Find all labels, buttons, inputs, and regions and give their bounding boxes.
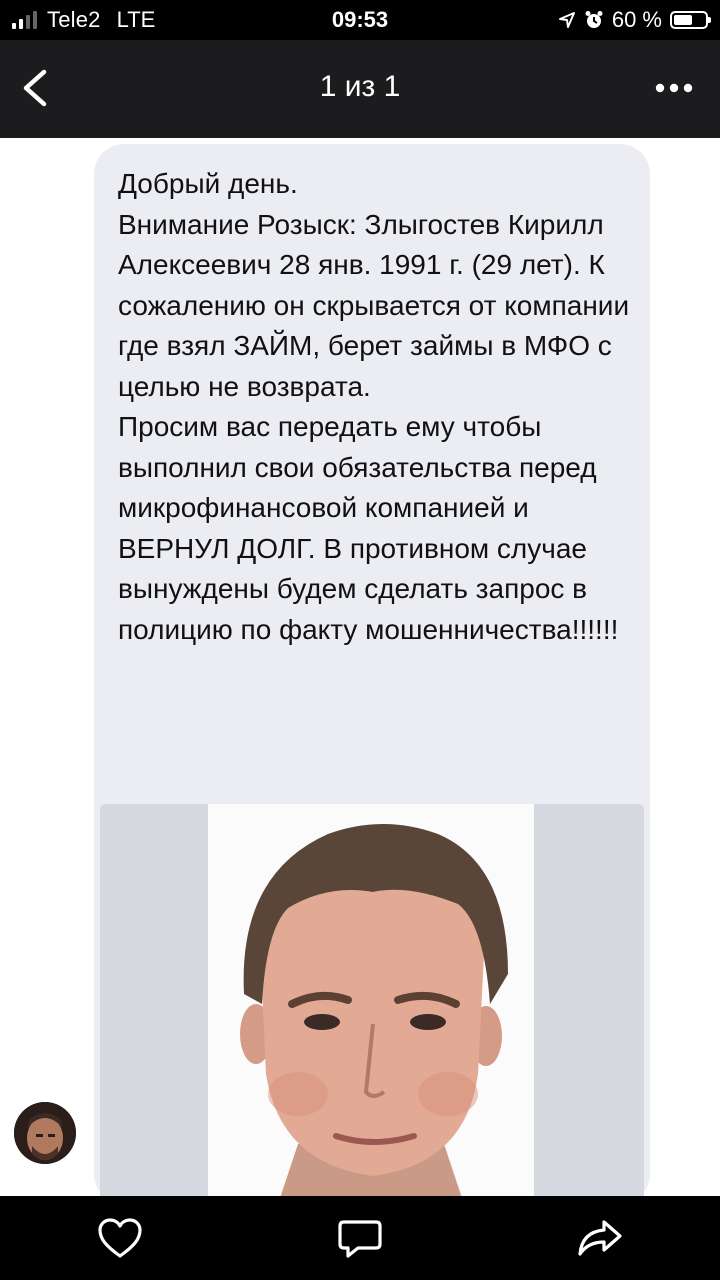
heart-icon: [98, 1218, 142, 1258]
share-icon: [578, 1220, 622, 1256]
sender-avatar[interactable]: [14, 1102, 76, 1164]
message-bubble: Добрый день. Внимание Розыск: Злыгостев …: [94, 144, 650, 1196]
message-photo[interactable]: [100, 804, 644, 1196]
alarm-icon: [585, 11, 603, 28]
like-button[interactable]: [96, 1216, 144, 1260]
bottom-toolbar: [0, 1196, 720, 1280]
share-button[interactable]: [576, 1216, 624, 1260]
person-photo: [240, 824, 508, 1196]
status-bar: Tele2 LTE 09:53 60 %: [0, 0, 720, 40]
location-icon: [558, 12, 575, 28]
comment-icon: [338, 1220, 382, 1258]
header: 1 из 1: [0, 40, 720, 138]
page-title: 1 из 1: [319, 70, 401, 103]
screen: Tele2 LTE 09:53 60 % 1 из 1 Добрый день.…: [0, 0, 720, 1280]
message-text: Добрый день. Внимание Розыск: Злыгостев …: [118, 168, 630, 645]
photo-content: [208, 804, 534, 1196]
battery-percent: 60 %: [611, 7, 662, 32]
more-button[interactable]: [652, 74, 696, 102]
comment-button[interactable]: [336, 1216, 384, 1260]
message-view: Добрый день. Внимание Розыск: Злыгостев …: [0, 138, 720, 1196]
battery-icon: [670, 11, 711, 29]
avatar-image: [14, 1102, 76, 1164]
more-horizontal-icon: [655, 83, 693, 93]
battery-fill: [674, 15, 692, 25]
status-right: 60 %: [558, 7, 711, 33]
